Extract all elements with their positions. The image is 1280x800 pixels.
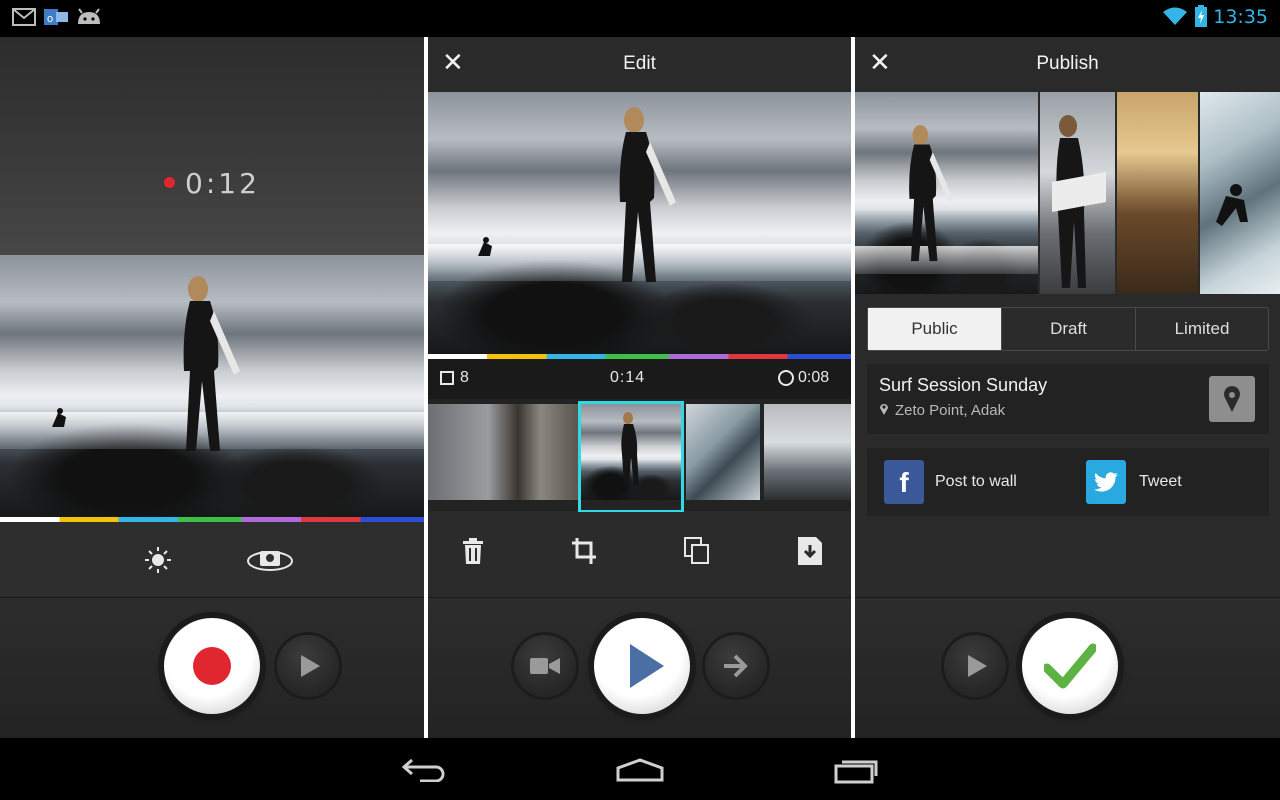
play-button[interactable] xyxy=(594,618,690,714)
recording-indicator xyxy=(164,176,176,188)
camera-toolbar xyxy=(0,522,424,597)
location-text: Zeto Point, Adak xyxy=(895,402,1006,419)
record-timer-text: 0:12 xyxy=(185,167,260,200)
navigation-bar xyxy=(0,738,1280,800)
brightness-icon[interactable] xyxy=(144,546,172,580)
delete-icon[interactable] xyxy=(462,538,484,570)
clip-info-bar: 8 0:14 0:08 xyxy=(428,359,851,399)
cover-thumbnail[interactable] xyxy=(855,92,1038,294)
page-title: Publish xyxy=(1036,53,1099,74)
video-camera-icon xyxy=(530,658,560,674)
edit-header: ✕ Edit xyxy=(428,37,851,92)
location-pin-icon xyxy=(879,402,889,419)
privacy-tab-public[interactable]: Public xyxy=(868,308,1002,350)
camera-preview[interactable] xyxy=(0,255,424,517)
android-icon xyxy=(76,8,102,26)
video-title[interactable]: Surf Session Sunday xyxy=(879,375,1047,396)
privacy-selector: Public Draft Limited xyxy=(867,307,1269,351)
clip-thumbnail[interactable] xyxy=(764,404,851,500)
surfer-figure xyxy=(183,276,240,451)
recent-apps-icon[interactable] xyxy=(834,756,882,789)
clip-preview[interactable] xyxy=(428,92,851,354)
switch-camera-icon[interactable] xyxy=(246,544,294,580)
facebook-share[interactable]: f Post to wall xyxy=(867,448,1067,516)
record-controls xyxy=(0,597,424,738)
mosaic-thumbnail[interactable] xyxy=(1040,92,1115,294)
facebook-icon: f xyxy=(884,460,924,504)
play-icon xyxy=(630,644,664,688)
privacy-tab-draft[interactable]: Draft xyxy=(1002,308,1136,350)
clip-count-icon xyxy=(440,371,454,385)
checkmark-icon xyxy=(1044,643,1096,689)
save-icon[interactable] xyxy=(798,537,822,571)
clip-duration: 0:08 xyxy=(798,369,830,386)
facebook-share-label: Post to wall xyxy=(935,473,1017,490)
preview-play-button[interactable] xyxy=(944,635,1006,697)
edit-panel: ✕ Edit 8 0:14 0:08 xyxy=(428,37,851,738)
status-time: 13:35 xyxy=(1213,6,1268,28)
thumbnail-mosaic xyxy=(855,92,1280,294)
home-icon[interactable] xyxy=(616,758,664,787)
outlook-icon: o xyxy=(44,8,68,26)
clip-thumbnail[interactable] xyxy=(686,404,760,500)
privacy-tab-limited[interactable]: Limited xyxy=(1136,308,1268,350)
video-details-card: Surf Session Sunday Zeto Point, Adak xyxy=(867,364,1269,434)
record-panel: 0:12 xyxy=(0,37,424,738)
page-title: Edit xyxy=(623,53,656,74)
location-button[interactable] xyxy=(1209,376,1255,422)
crop-icon[interactable] xyxy=(572,538,596,570)
twitter-share-label: Tweet xyxy=(1139,473,1182,490)
mosaic-thumbnail[interactable] xyxy=(1200,92,1280,294)
publish-header: ✕ Publish xyxy=(855,37,1280,92)
wifi-icon xyxy=(1162,6,1188,25)
selected-clip-frame xyxy=(578,401,684,513)
clip-count: 8 xyxy=(460,369,469,386)
camera-button[interactable] xyxy=(514,635,576,697)
clip-timeline[interactable] xyxy=(428,399,851,513)
app-screen: o 13:35 0:12 ✕ Edit 8 0:14 0:08 ✕ Publis… xyxy=(0,0,1280,800)
viewfinder-top: 0:12 xyxy=(0,37,424,255)
playhead-position: 0:14 xyxy=(610,369,646,386)
clip-thumbnail[interactable] xyxy=(428,404,578,500)
next-button[interactable] xyxy=(705,635,767,697)
battery-icon xyxy=(1194,5,1208,27)
edit-controls xyxy=(428,597,851,738)
arrow-right-icon xyxy=(724,654,748,678)
preview-play-button[interactable] xyxy=(277,635,339,697)
mosaic-thumbnail[interactable] xyxy=(1117,92,1198,294)
play-icon xyxy=(301,655,320,677)
twitter-icon xyxy=(1086,460,1126,504)
edit-toolbar xyxy=(428,512,851,597)
back-icon[interactable] xyxy=(401,756,448,787)
record-dot-icon xyxy=(193,647,231,685)
clock-icon xyxy=(778,370,794,386)
record-timer: 0:12 xyxy=(0,167,424,200)
publish-controls xyxy=(855,597,1280,738)
status-bar: o 13:35 xyxy=(0,0,1280,34)
location-row: Zeto Point, Adak xyxy=(879,402,1005,419)
record-button[interactable] xyxy=(164,618,260,714)
svg-text:o: o xyxy=(47,13,53,25)
confirm-button[interactable] xyxy=(1022,618,1118,714)
twitter-share[interactable]: Tweet xyxy=(1069,448,1269,516)
share-card: f Post to wall Tweet xyxy=(867,448,1269,516)
map-pin-icon xyxy=(1224,386,1240,412)
duplicate-icon[interactable] xyxy=(684,537,710,571)
gmail-icon xyxy=(12,8,36,26)
play-icon xyxy=(968,655,987,677)
publish-panel: ✕ Publish Public Draft Limited Surf Sess… xyxy=(855,37,1280,738)
surfer-figure xyxy=(619,107,676,282)
